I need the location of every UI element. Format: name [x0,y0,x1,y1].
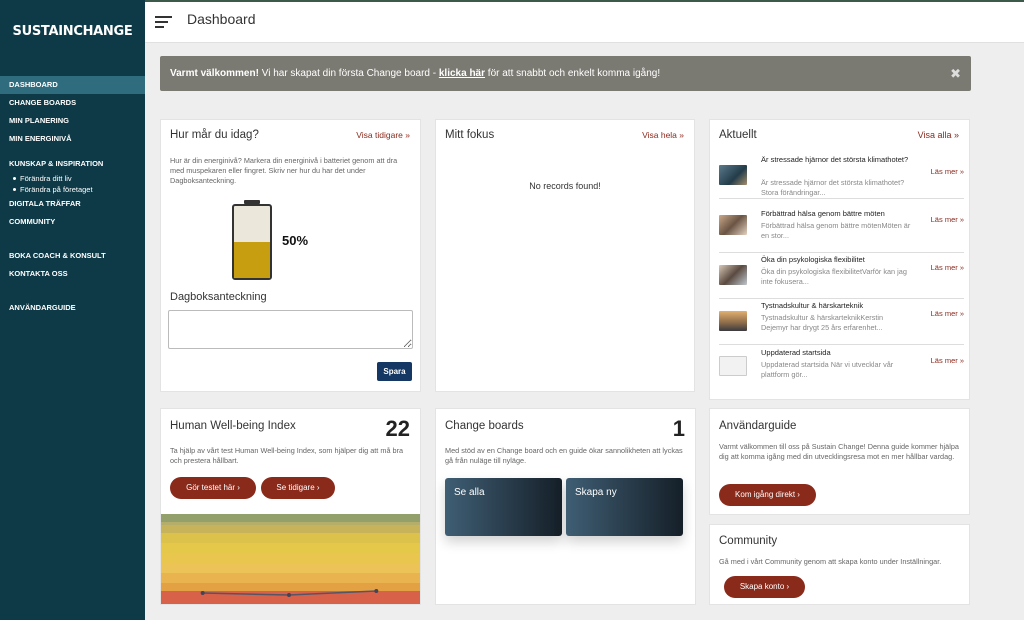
banner-text-end: för att snabbt och enkelt komma igång! [485,68,661,79]
sidebar-item-digitala-traffar[interactable]: DIGITALA TRÄFFAR [0,195,145,213]
news-item-desc: Uppdaterad startsida När vi utvecklar vå… [761,360,894,379]
news-thumbnail [719,265,747,285]
page-title: Dashboard [187,11,256,27]
news-item[interactable]: Förbättrad hälsa genom bättre möten Förb… [719,207,964,253]
sidebar-nav: DASHBOARD CHANGE BOARDS MIN PLANERING MI… [0,76,145,317]
battery-fill [234,242,270,278]
get-started-button[interactable]: Kom igång direkt › [719,484,816,506]
news-card: Aktuellt Visa alla » Är stressade hjärno… [709,119,970,400]
read-more-link[interactable]: Läs mer » [931,356,964,365]
community-title: Community [719,535,778,547]
guide-card: Användarguide Varmt välkommen till oss p… [709,408,970,515]
top-bar: Dashboard [145,0,1024,43]
guide-description: Varmt välkommen till oss på Sustain Chan… [719,442,959,461]
sidebar-subitem-forandra-pa-foretaget[interactable]: Förändra på företaget [0,184,145,195]
bullet-icon [13,177,16,180]
news-item[interactable]: Öka din psykologiska flexibilitet Öka di… [719,253,964,299]
news-item-title: Tystnadskultur & härskarteknik [761,301,864,310]
save-button[interactable]: Spara [377,362,412,381]
hwi-chart [161,514,420,604]
hwi-description: Ta hjälp av vårt test Human Well-being I… [170,446,404,465]
news-item[interactable]: Är stressade hjärnor det största klimath… [719,153,964,199]
focus-title: Mitt fokus [445,129,495,141]
community-card: Community Gå med i vårt Community genom … [709,524,970,605]
sidebar-item-change-boards[interactable]: CHANGE BOARDS [0,94,145,112]
news-item[interactable]: Tystnadskultur & härskarteknik Tystnadsk… [719,299,964,345]
create-account-button[interactable]: Skapa konto › [724,576,805,598]
energy-battery[interactable] [232,204,272,280]
sidebar-item-community[interactable]: COMMUNITY [0,213,145,231]
read-more-link[interactable]: Läs mer » [931,263,964,272]
banner-link[interactable]: klicka här [439,68,485,79]
sidebar-item-dashboard[interactable]: DASHBOARD [0,76,145,94]
news-item-title: Förbättrad hälsa genom bättre möten [761,209,885,218]
see-previous-button[interactable]: Se tidigare › [261,477,335,499]
welcome-banner: Varmt välkommen! Vi har skapat din först… [160,56,971,91]
brand-logo[interactable]: SUSTAINCHANGE [0,0,145,62]
news-item-desc: Förbättrad hälsa genom bättre mötenMöten… [761,221,911,240]
focus-card: Mitt fokus Visa hela » No records found! [435,119,695,392]
bullet-icon [13,188,16,191]
take-test-button[interactable]: Gör testet här › [170,477,256,499]
news-thumbnail [719,356,747,376]
hwi-title: Human Well-being Index [170,420,296,432]
sidebar-item-anvandarguide[interactable]: ANVÄNDARGUIDE [0,299,145,317]
sidebar-item-min-energiniva[interactable]: MIN ENERGINIVÅ [0,130,145,148]
community-description: Gå med i vårt Community genom att skapa … [719,557,942,566]
close-icon[interactable]: ✖ [950,56,961,91]
news-thumbnail [719,165,747,185]
see-all-boards-tile[interactable]: Se alla [445,478,562,536]
menu-icon[interactable] [155,16,172,28]
news-item-title: Uppdaterad startsida [761,348,831,357]
news-item-title: Öka din psykologiska flexibilitet [761,255,865,264]
mood-title: Hur mår du idag? [170,129,259,141]
sidebar-item-kontakta-oss[interactable]: KONTAKTA OSS [0,265,145,283]
hwi-score: 22 [385,416,410,441]
sidebar-item-kunskap-inspiration[interactable]: KUNSKAP & INSPIRATION [0,155,145,173]
diary-label: Dagboksanteckning [170,291,267,303]
mood-card: Hur mår du idag? Visa tidigare » Hur är … [160,119,421,392]
diary-textarea[interactable] [168,310,413,349]
sidebar-item-boka-coach[interactable]: BOKA COACH & KONSULT [0,247,145,265]
news-thumbnail [719,311,747,331]
banner-text: Vi har skapat din första Change board - [258,68,439,79]
battery-percentage: 50% [282,233,309,248]
create-board-tile[interactable]: Skapa ny [566,478,683,536]
change-boards-card: Change boards 1 Med stöd av en Change bo… [435,408,696,605]
news-item-title: Är stressade hjärnor det största klimath… [761,155,909,164]
news-thumbnail [719,215,747,235]
sidebar-item-min-planering[interactable]: MIN PLANERING [0,112,145,130]
news-item-desc: Tystnadskultur & härskarteknikKerstin De… [761,313,884,332]
sidebar-subitem-forandra-ditt-liv[interactable]: Förändra ditt liv [0,173,145,184]
focus-show-all-link[interactable]: Visa hela » [642,130,684,140]
sidebar-subitem-label: Förändra ditt liv [20,174,72,183]
boards-count: 1 [672,416,685,441]
mood-history-link[interactable]: Visa tidigare » [356,130,410,140]
read-more-link[interactable]: Läs mer » [931,167,964,176]
empty-state: No records found! [529,181,601,191]
mood-description: Hur är din energinivå? Markera din energ… [170,156,398,185]
hwi-card: Human Well-being Index 22 Ta hjälp av vå… [160,408,421,605]
sidebar: SUSTAINCHANGE DASHBOARD CHANGE BOARDS MI… [0,0,145,620]
read-more-link[interactable]: Läs mer » [931,309,964,318]
news-item-desc: Öka din psykologiska flexibilitetVarför … [761,267,907,286]
news-item[interactable]: Uppdaterad startsida Uppdaterad startsid… [719,346,964,392]
news-item-desc: Är stressade hjärnor det största klimath… [761,178,905,197]
sidebar-subitem-label: Förändra på företaget [20,185,93,194]
guide-title: Användarguide [719,420,797,432]
boards-title: Change boards [445,420,524,432]
boards-description: Med stöd av en Change board och en guide… [445,446,683,465]
news-title: Aktuellt [719,129,757,141]
read-more-link[interactable]: Läs mer » [931,215,964,224]
banner-bold-text: Varmt välkommen! [170,68,259,79]
news-show-all-link[interactable]: Visa alla » [918,130,959,140]
